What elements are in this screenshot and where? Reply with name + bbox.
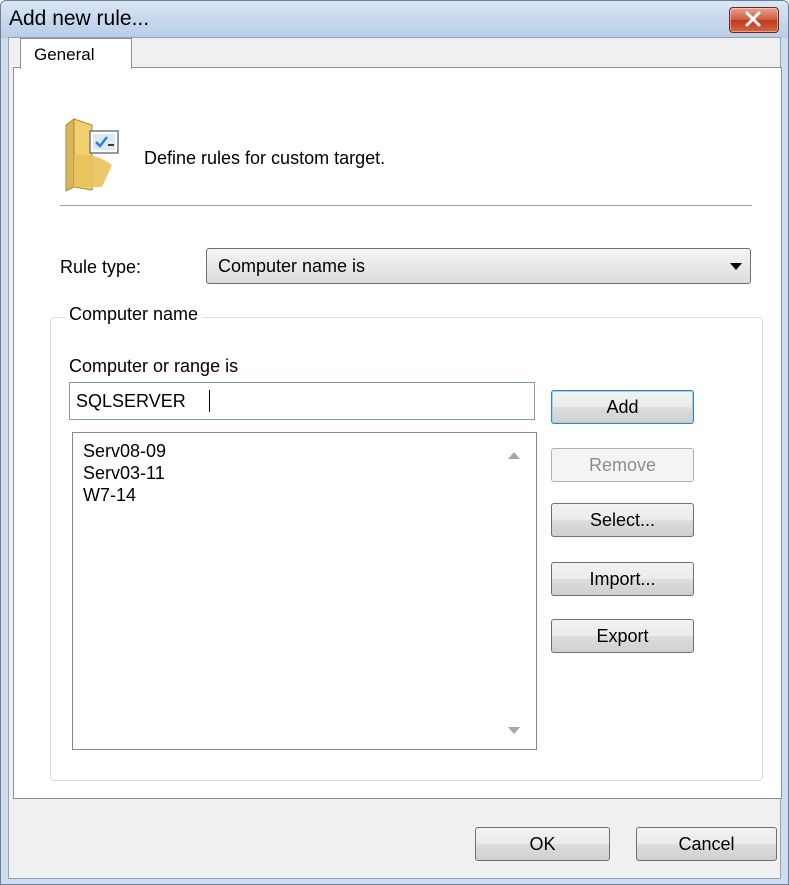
remove-button[interactable]: Remove bbox=[551, 448, 694, 482]
import-button[interactable]: Import... bbox=[551, 562, 694, 596]
export-button[interactable]: Export bbox=[551, 619, 694, 653]
list-item[interactable]: Serv08-09 bbox=[83, 441, 166, 462]
close-button[interactable] bbox=[729, 7, 779, 33]
intro-text: Define rules for custom target. bbox=[144, 148, 386, 168]
scroll-down-icon[interactable] bbox=[508, 727, 520, 735]
computer-listbox[interactable]: Serv08-09 Serv03-11 W7-14 bbox=[72, 432, 537, 750]
groupbox-legend: Computer name bbox=[65, 304, 203, 325]
tab-label: General bbox=[34, 45, 95, 64]
header-separator bbox=[60, 205, 752, 206]
rule-type-dropdown[interactable]: Computer name is bbox=[206, 248, 751, 284]
folder-checklist-icon bbox=[65, 118, 119, 192]
close-icon bbox=[745, 11, 761, 27]
window-title: Add new rule... bbox=[9, 7, 150, 30]
tab-general[interactable]: General bbox=[20, 38, 132, 69]
scroll-up-icon[interactable] bbox=[508, 451, 520, 459]
computer-range-label: Computer or range is bbox=[69, 356, 239, 376]
add-button[interactable]: Add bbox=[551, 390, 694, 424]
computer-range-input[interactable] bbox=[69, 382, 535, 420]
list-item[interactable]: W7-14 bbox=[83, 485, 136, 506]
list-item[interactable]: Serv03-11 bbox=[83, 463, 165, 484]
text-caret bbox=[209, 390, 210, 412]
chevron-down-icon bbox=[730, 263, 742, 270]
ok-button[interactable]: OK bbox=[475, 827, 610, 861]
rule-type-selected-value: Computer name is bbox=[218, 256, 366, 276]
title-bar[interactable]: Add new rule... bbox=[1, 1, 788, 38]
cancel-button[interactable]: Cancel bbox=[636, 827, 777, 861]
select-button[interactable]: Select... bbox=[551, 503, 694, 537]
rule-type-label: Rule type: bbox=[60, 257, 142, 277]
